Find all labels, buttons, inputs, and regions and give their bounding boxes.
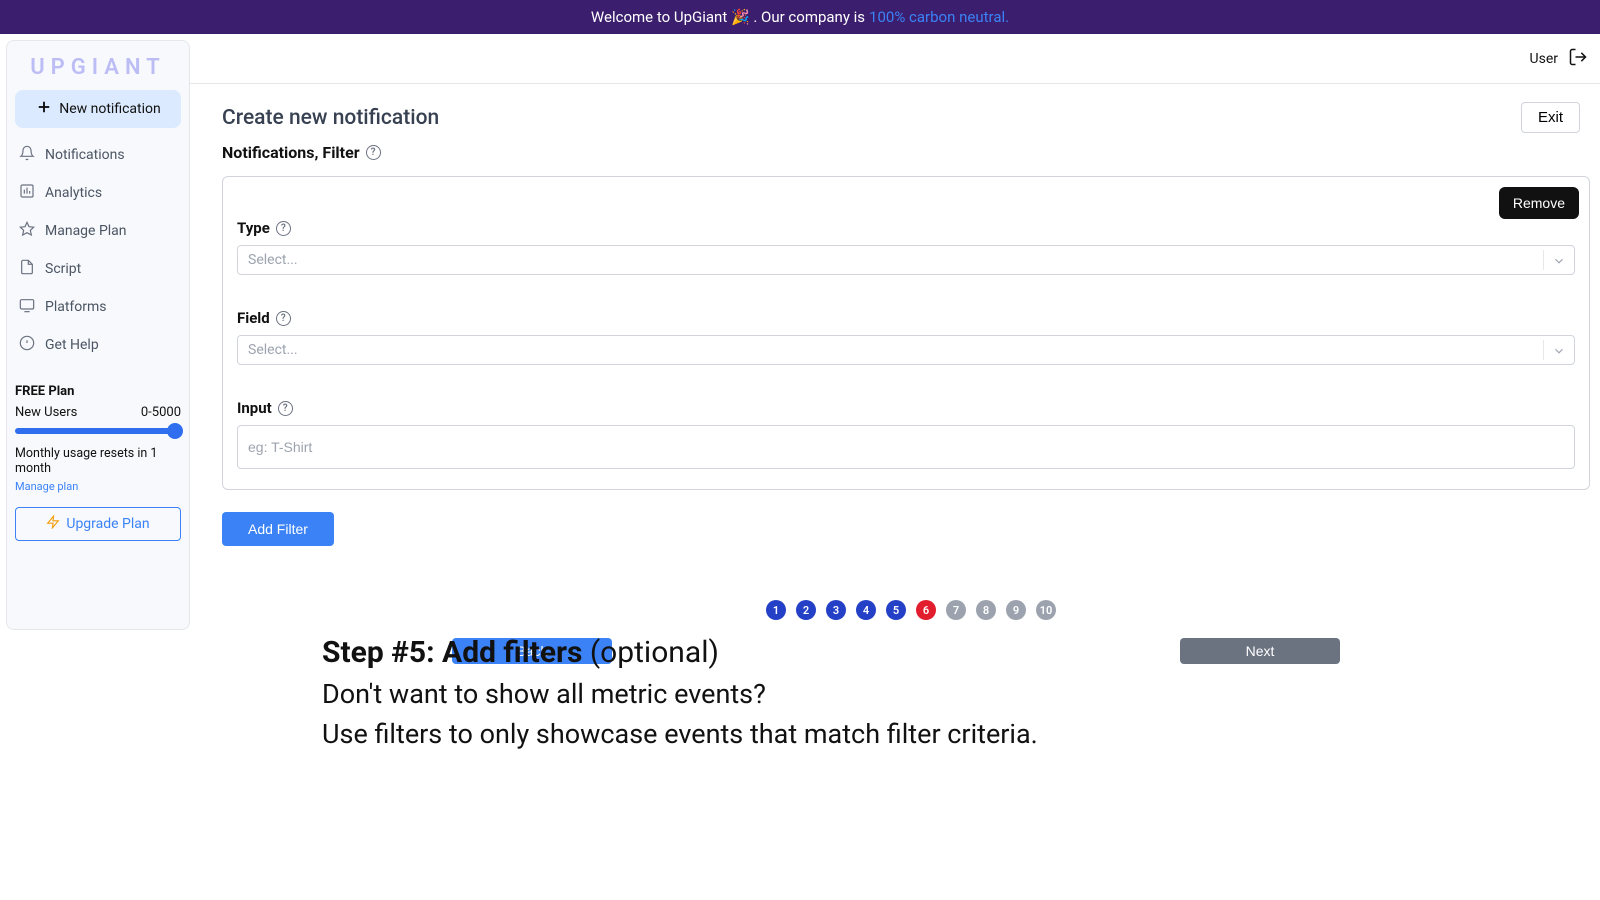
platforms-icon — [19, 297, 35, 317]
step-indicator: 123456789 10 — [222, 600, 1600, 620]
bolt-icon — [46, 515, 60, 533]
select-placeholder: Select... — [248, 342, 298, 358]
star-icon — [19, 221, 35, 241]
caption-heading-rest: (optional) — [582, 635, 719, 670]
chevron-down-icon — [1552, 344, 1566, 362]
plan-block: FREE Plan New Users 0-5000 Monthly usage… — [15, 384, 181, 541]
usage-slider[interactable] — [15, 428, 181, 434]
select-placeholder: Select... — [248, 252, 298, 268]
logout-icon[interactable] — [1568, 47, 1588, 71]
sidebar-item-manage-plan[interactable]: Manage Plan — [15, 214, 181, 248]
filter-card: Remove Type? Select... Field? Select... — [222, 176, 1590, 490]
caption-line1: Don't want to show all metric events? — [322, 676, 1322, 712]
caption-heading-bold: Step #5: Add filters — [322, 635, 582, 670]
reset-text: Monthly usage resets in 1 month — [15, 446, 181, 476]
field-label: Field — [237, 309, 270, 327]
help-icon — [19, 335, 35, 355]
sidebar-item-label: Get Help — [45, 337, 99, 353]
sidebar-nav: Notifications Analytics Manage Plan Scri… — [15, 138, 181, 362]
step-7[interactable]: 7 — [946, 600, 966, 620]
page-title: Create new notification — [222, 106, 439, 130]
topbar: User — [190, 34, 1600, 84]
step-5[interactable]: 5 — [886, 600, 906, 620]
help-tooltip-icon[interactable]: ? — [276, 311, 291, 326]
plan-row-label: New Users — [15, 405, 77, 420]
remove-filter-button[interactable]: Remove — [1499, 187, 1579, 219]
caption-line2: Use filters to only showcase events that… — [322, 716, 1322, 752]
welcome-banner: Welcome to UpGiant 🎉 . Our company is 10… — [0, 0, 1600, 34]
sidebar-item-label: Script — [45, 261, 81, 277]
sidebar-item-notifications[interactable]: Notifications — [15, 138, 181, 172]
step-9[interactable]: 9 — [1006, 600, 1026, 620]
sidebar-item-label: Analytics — [45, 185, 102, 201]
sidebar-item-label: Manage Plan — [45, 223, 127, 239]
step-4[interactable]: 4 — [856, 600, 876, 620]
sidebar-item-label: Platforms — [45, 299, 107, 315]
step-3[interactable]: 3 — [826, 600, 846, 620]
banner-text: Welcome to UpGiant 🎉 . Our company is — [591, 8, 865, 26]
upgrade-plan-button[interactable]: Upgrade Plan — [15, 507, 181, 541]
input-label: Input — [237, 399, 272, 417]
bell-icon — [19, 145, 35, 165]
add-filter-button[interactable]: Add Filter — [222, 512, 334, 546]
help-tooltip-icon[interactable]: ? — [278, 401, 293, 416]
new-notification-label: New notification — [59, 101, 161, 117]
type-label: Type — [237, 219, 270, 237]
tutorial-caption: Step #5: Add filters (optional) Don't wa… — [322, 634, 1322, 752]
type-select[interactable]: Select... — [237, 245, 1575, 275]
brand-logo: UPGIANT — [15, 49, 181, 90]
carbon-neutral-link[interactable]: 100% carbon neutral. — [869, 8, 1009, 26]
input-field[interactable] — [237, 425, 1575, 469]
exit-button[interactable]: Exit — [1521, 102, 1580, 133]
section-subtitle: Notifications, Filter — [222, 143, 360, 162]
step-8[interactable]: 8 — [976, 600, 996, 620]
script-icon — [19, 259, 35, 279]
plan-row-value: 0-5000 — [141, 405, 181, 420]
chart-icon — [19, 183, 35, 203]
slider-thumb[interactable] — [167, 423, 183, 439]
main: User Create new notification Exit Notifi… — [190, 34, 1600, 900]
new-notification-button[interactable]: New notification — [15, 90, 181, 128]
sidebar-item-label: Notifications — [45, 147, 125, 163]
chevron-down-icon — [1552, 254, 1566, 272]
help-tooltip-icon[interactable]: ? — [366, 145, 381, 160]
step-2[interactable]: 2 — [796, 600, 816, 620]
user-label: User — [1530, 51, 1558, 67]
help-tooltip-icon[interactable]: ? — [276, 221, 291, 236]
step-6[interactable]: 6 — [916, 600, 936, 620]
field-select[interactable]: Select... — [237, 335, 1575, 365]
sidebar-item-platforms[interactable]: Platforms — [15, 290, 181, 324]
sidebar-item-analytics[interactable]: Analytics — [15, 176, 181, 210]
sidebar-item-get-help[interactable]: Get Help — [15, 328, 181, 362]
manage-plan-link[interactable]: Manage plan — [15, 480, 181, 493]
plan-title: FREE Plan — [15, 384, 181, 399]
upgrade-label: Upgrade Plan — [66, 516, 149, 532]
step-10[interactable]: 10 — [1036, 600, 1056, 620]
step-1[interactable]: 1 — [766, 600, 786, 620]
plus-icon — [35, 98, 53, 120]
sidebar-item-script[interactable]: Script — [15, 252, 181, 286]
sidebar: UPGIANT New notification Notifications A… — [6, 40, 190, 630]
